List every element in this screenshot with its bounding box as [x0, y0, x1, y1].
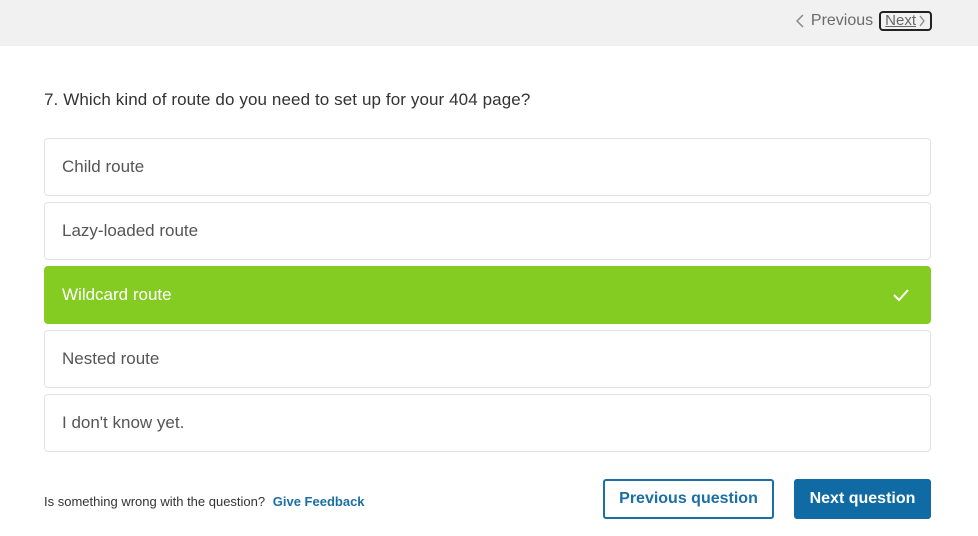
answer-option-label: Child route	[62, 157, 145, 176]
feedback-prompt-text: Is something wrong with the question?	[44, 494, 266, 509]
answer-option-nested-route[interactable]: Nested route	[44, 330, 931, 388]
answer-option-label: Nested route	[62, 349, 160, 368]
answer-option-dont-know[interactable]: I don't know yet.	[44, 394, 931, 452]
give-feedback-link[interactable]: Give Feedback	[273, 494, 365, 509]
top-bar: Previous Next	[0, 0, 978, 46]
next-question-button[interactable]: Next question	[794, 479, 931, 519]
chevron-left-icon	[795, 14, 804, 28]
chevron-right-icon	[919, 15, 925, 27]
nav-next-link[interactable]: Next	[879, 11, 932, 31]
answer-option-lazy-loaded-route[interactable]: Lazy-loaded route	[44, 202, 931, 260]
top-navigation: Previous Next	[795, 11, 932, 31]
answer-option-label: Lazy-loaded route	[62, 221, 199, 240]
answer-option-wildcard-route[interactable]: Wildcard route	[44, 266, 931, 324]
answer-options: Child route Lazy-loaded route Wildcard r…	[44, 138, 931, 458]
checkmark-icon	[893, 289, 909, 302]
nav-next-label: Next	[885, 12, 916, 29]
answer-option-label: I don't know yet.	[62, 413, 185, 432]
answer-option-label: Wildcard route	[62, 285, 172, 304]
feedback-prompt: Is something wrong with the question? Gi…	[44, 494, 365, 509]
nav-previous-link[interactable]: Previous	[795, 12, 873, 30]
previous-question-button[interactable]: Previous question	[603, 479, 774, 519]
nav-previous-label: Previous	[810, 12, 874, 29]
question-text: 7. Which kind of route do you need to se…	[44, 90, 531, 109]
answer-option-child-route[interactable]: Child route	[44, 138, 931, 196]
